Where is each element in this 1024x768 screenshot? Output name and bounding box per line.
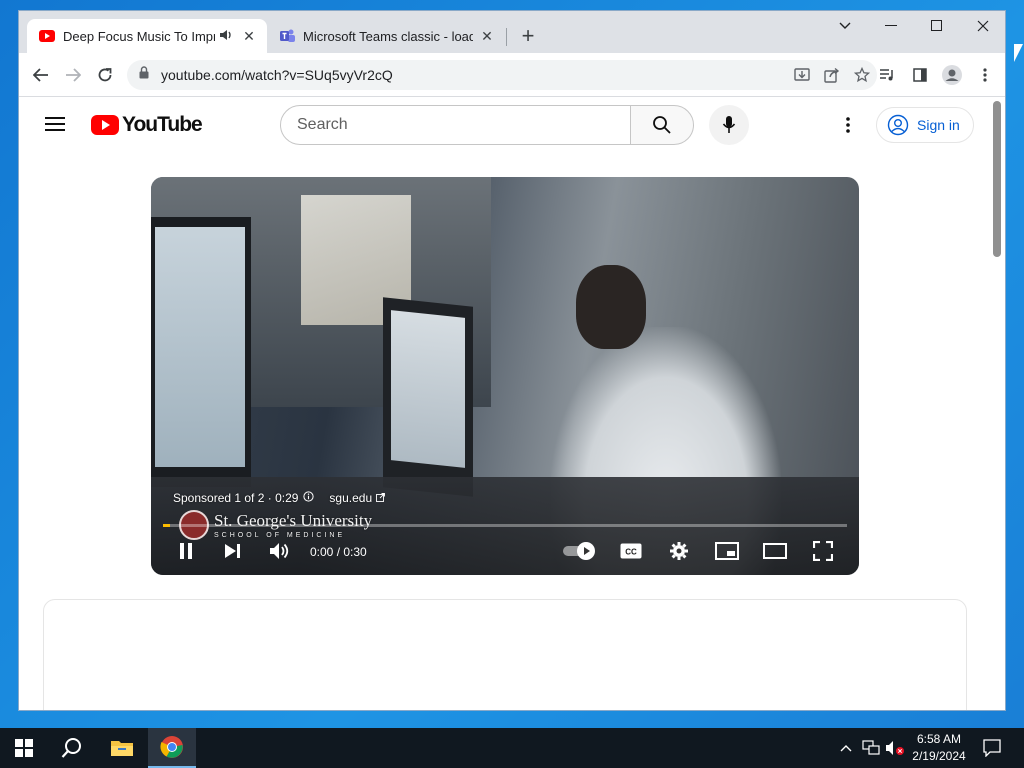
tab-close-icon[interactable]: ✕ xyxy=(479,28,495,45)
player-controls: 0:00 / 0:30 CC xyxy=(151,533,859,569)
tab-teams[interactable]: Microsoft Teams classic - loading ✕ xyxy=(267,19,505,53)
teams-icon xyxy=(279,28,295,44)
volume-muted-icon[interactable] xyxy=(884,728,906,768)
sign-in-label: Sign in xyxy=(917,117,960,133)
info-icon[interactable] xyxy=(303,491,315,505)
youtube-play-icon xyxy=(91,115,119,135)
profile-icon[interactable] xyxy=(938,61,966,89)
tab-close-icon[interactable]: ✕ xyxy=(241,28,257,45)
tab-strip: Deep Focus Music To Improv ✕ Microsoft T… xyxy=(19,11,1005,53)
theater-mode-button[interactable] xyxy=(759,537,791,565)
progress-fill xyxy=(163,524,170,527)
taskbar: 6:58 AM 2/19/2024 xyxy=(0,728,1024,768)
windows-logo-icon xyxy=(15,739,33,757)
pause-icon xyxy=(180,543,192,559)
url-text[interactable]: youtube.com/watch?v=SUq5vyVr2cQ xyxy=(161,67,787,83)
fullscreen-button[interactable] xyxy=(807,537,839,565)
miniplayer-icon xyxy=(715,542,739,560)
search-button[interactable] xyxy=(630,105,694,145)
account-circle-icon xyxy=(887,114,909,136)
kebab-menu-icon[interactable] xyxy=(971,61,999,89)
miniplayer-button[interactable] xyxy=(711,537,743,565)
youtube-logo[interactable]: YouTube xyxy=(91,113,203,137)
clock-date: 2/19/2024 xyxy=(912,749,966,763)
subtitles-button[interactable]: CC xyxy=(615,537,647,565)
settings-menu-button[interactable] xyxy=(832,109,864,141)
show-hidden-icons-button[interactable] xyxy=(836,728,856,768)
chrome-window: Deep Focus Music To Improv ✕ Microsoft T… xyxy=(18,10,1006,711)
svg-text:CC: CC xyxy=(625,548,637,557)
time-display: 0:00 / 0:30 xyxy=(310,545,367,559)
tab-search-icon[interactable] xyxy=(822,11,868,41)
microphone-icon xyxy=(722,116,736,133)
forward-button[interactable] xyxy=(59,61,87,89)
clock-time: 6:58 AM xyxy=(916,732,962,746)
theater-mode-icon xyxy=(763,543,787,559)
autoplay-play-icon xyxy=(577,542,595,560)
scrollbar-thumb[interactable] xyxy=(993,101,1001,257)
side-panel-icon[interactable] xyxy=(906,61,934,89)
folder-icon xyxy=(111,741,133,756)
notification-icon xyxy=(983,739,1001,757)
mouse-cursor xyxy=(1014,44,1023,62)
fullscreen-icon xyxy=(813,541,833,561)
gear-icon xyxy=(670,542,688,560)
search-taskbar-button[interactable] xyxy=(48,728,96,768)
share-icon[interactable] xyxy=(817,60,847,90)
skip-next-icon xyxy=(225,544,240,558)
external-link-icon[interactable] xyxy=(376,491,386,505)
youtube-wordmark: YouTube xyxy=(122,113,203,136)
autoplay-toggle[interactable] xyxy=(563,542,599,560)
tab-separator xyxy=(506,28,507,46)
kebab-menu-icon xyxy=(846,117,850,133)
search-icon xyxy=(653,116,671,134)
media-control-icon[interactable] xyxy=(873,61,901,89)
taskbar-clock[interactable]: 6:58 AM 2/19/2024 xyxy=(908,731,970,765)
reload-button[interactable] xyxy=(91,61,119,89)
new-tab-button[interactable]: + xyxy=(516,25,540,49)
ad-info: Sponsored 1 of 2 · 0:29 sgu.edu xyxy=(173,491,386,505)
volume-button[interactable] xyxy=(264,537,296,565)
voice-search-button[interactable] xyxy=(709,105,749,145)
back-button[interactable] xyxy=(27,61,55,89)
network-icon[interactable] xyxy=(860,728,882,768)
close-window-button[interactable] xyxy=(960,11,1005,41)
minimize-button[interactable] xyxy=(868,11,914,41)
hamburger-menu-icon[interactable] xyxy=(43,113,67,137)
chevron-up-icon xyxy=(840,745,852,752)
tab-youtube[interactable]: Deep Focus Music To Improv ✕ xyxy=(27,19,267,53)
tab-title: Microsoft Teams classic - loading xyxy=(303,28,473,44)
youtube-icon xyxy=(39,28,55,44)
lock-icon[interactable] xyxy=(139,66,153,84)
page-scrollbar[interactable] xyxy=(989,97,1005,710)
chrome-icon xyxy=(160,736,183,758)
address-bar[interactable]: youtube.com/watch?v=SUq5vyVr2cQ xyxy=(127,60,877,90)
youtube-page: YouTube Search Sign in Sponsored 1 of 2 … xyxy=(19,97,991,710)
settings-button[interactable] xyxy=(663,537,695,565)
next-button[interactable] xyxy=(217,537,249,565)
volume-icon xyxy=(270,543,289,559)
pause-button[interactable] xyxy=(170,537,202,565)
video-player[interactable]: Sponsored 1 of 2 · 0:29 sgu.edu St. Geor… xyxy=(151,177,859,575)
browser-toolbar: youtube.com/watch?v=SUq5vyVr2cQ xyxy=(19,53,1005,97)
content-card xyxy=(43,599,967,710)
notification-center-button[interactable] xyxy=(978,728,1006,768)
speaker-icon[interactable] xyxy=(219,29,235,44)
chrome-taskbar-button[interactable] xyxy=(148,728,196,768)
maximize-button[interactable] xyxy=(914,11,960,41)
start-button[interactable] xyxy=(0,728,48,768)
ad-label: Sponsored 1 of 2 · 0:29 xyxy=(173,491,299,505)
ad-link[interactable]: sgu.edu xyxy=(329,491,372,505)
closed-captions-icon: CC xyxy=(620,543,642,559)
search-icon xyxy=(61,738,81,758)
tab-title: Deep Focus Music To Improv xyxy=(63,28,215,44)
file-explorer-button[interactable] xyxy=(98,728,146,768)
sign-in-button[interactable]: Sign in xyxy=(876,107,974,143)
install-app-icon[interactable] xyxy=(787,60,817,90)
search-input[interactable]: Search xyxy=(280,105,631,145)
progress-bar[interactable] xyxy=(163,524,847,527)
